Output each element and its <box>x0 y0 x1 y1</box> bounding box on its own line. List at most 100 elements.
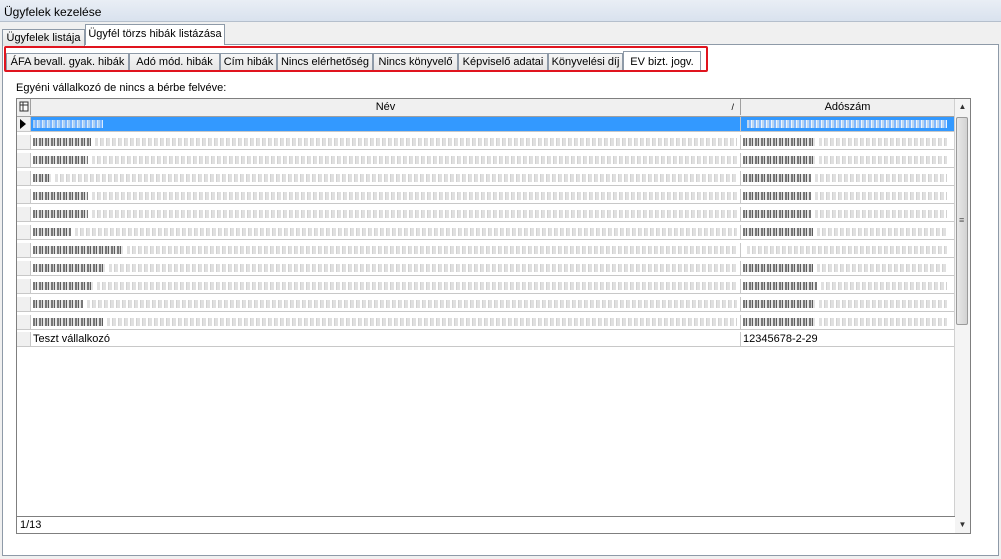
redacted-text <box>33 120 103 128</box>
table-row[interactable] <box>17 135 955 150</box>
redacted-text <box>743 264 813 272</box>
table-row[interactable] <box>17 225 955 240</box>
row-indicator <box>17 315 31 329</box>
table-row[interactable] <box>17 261 955 276</box>
scroll-thumb[interactable]: ≡ <box>956 117 968 325</box>
redacted-text <box>33 192 88 200</box>
grid-footer: 1/13 <box>17 516 955 533</box>
scroll-up-icon[interactable]: ▲ <box>955 99 970 115</box>
cell-adoszam <box>741 279 955 293</box>
section-label: Egyéni vállalkozó de nincs a bérbe felvé… <box>16 82 227 94</box>
subtab-cim-hibak[interactable]: Cím hibák <box>220 53 277 71</box>
cell-nev <box>31 279 741 293</box>
redacted-text <box>819 318 947 326</box>
redacted-text <box>97 282 737 290</box>
cell-adoszam <box>741 315 955 329</box>
grid-header: Név / Adószám <box>17 99 955 117</box>
column-header-adoszam[interactable]: Adószám <box>741 99 955 115</box>
table-row[interactable] <box>17 207 955 222</box>
cell-nev <box>31 207 741 221</box>
redacted-text <box>747 246 947 254</box>
cell-adoszam <box>741 153 955 167</box>
table-row[interactable] <box>17 243 955 258</box>
redacted-text <box>817 264 947 272</box>
redacted-text <box>33 228 71 236</box>
window-title-bar: Ügyfelek kezelése <box>0 0 1001 22</box>
cell-adoszam <box>741 189 955 203</box>
redacted-text <box>92 192 737 200</box>
cell-adoszam <box>741 135 955 149</box>
subtab-afa-bevall[interactable]: ÁFA bevall. gyak. hibák <box>6 53 129 71</box>
redacted-text <box>33 264 105 272</box>
row-indicator <box>17 117 31 131</box>
redacted-text <box>815 192 947 200</box>
subtab-nincs-konyvelo[interactable]: Nincs könyvelő <box>373 53 458 71</box>
redacted-text <box>33 300 83 308</box>
column-header-nev-label: Név <box>375 101 396 113</box>
redacted-text <box>75 228 737 236</box>
redacted-text <box>33 282 93 290</box>
subtab-kepviselo-adatai[interactable]: Képviselő adatai <box>458 53 548 71</box>
row-indicator <box>17 279 31 293</box>
row-indicator <box>17 153 31 167</box>
cell-nev <box>31 225 741 239</box>
table-row[interactable] <box>17 315 955 330</box>
table-row-teszt[interactable]: Teszt vállalkozó 12345678-2-29 <box>17 332 955 347</box>
redacted-text <box>743 138 815 146</box>
row-indicator <box>17 207 31 221</box>
vertical-scrollbar[interactable]: ▲ ≡ ▼ <box>954 99 970 533</box>
cell-adoszam <box>741 297 955 311</box>
grid-header-indicator[interactable] <box>17 99 31 115</box>
subtab-ev-bizt-jogv[interactable]: EV bizt. jogv. <box>623 51 701 72</box>
table-row[interactable] <box>17 279 955 294</box>
redacted-text <box>743 192 811 200</box>
redacted-text <box>819 138 947 146</box>
redacted-text <box>743 156 815 164</box>
subtab-konyvelesi-dij[interactable]: Könyvelési díj <box>548 53 623 71</box>
redacted-text <box>87 300 737 308</box>
cell-nev <box>31 117 741 131</box>
cell-nev <box>31 297 741 311</box>
current-row-pointer-icon <box>20 119 26 129</box>
redacted-text <box>743 300 815 308</box>
table-row[interactable] <box>17 189 955 204</box>
cell-nev <box>31 261 741 275</box>
redacted-text <box>743 210 811 218</box>
sort-indicator-icon: / <box>731 102 734 112</box>
cell-adoszam <box>741 117 955 131</box>
redacted-text <box>743 228 813 236</box>
cell-nev <box>31 135 741 149</box>
redacted-text <box>815 210 947 218</box>
cell-nev <box>31 153 741 167</box>
table-row[interactable] <box>17 117 955 132</box>
cell-nev <box>31 243 741 257</box>
redacted-text <box>33 174 51 182</box>
grid-options-icon <box>19 101 28 112</box>
redacted-text <box>33 138 91 146</box>
subtab-ado-mod[interactable]: Adó mód. hibák <box>129 53 220 71</box>
redacted-text <box>95 138 737 146</box>
cell-nev <box>31 171 741 185</box>
row-indicator <box>17 297 31 311</box>
redacted-text <box>92 210 737 218</box>
cell-adoszam <box>741 171 955 185</box>
scroll-down-icon[interactable]: ▼ <box>955 517 970 533</box>
redacted-text <box>747 120 947 128</box>
row-indicator <box>17 171 31 185</box>
tab-ugyfel-torzs-hibak[interactable]: Ügyfél törzs hibák listázása <box>85 24 225 45</box>
redacted-text <box>743 174 811 182</box>
redacted-text <box>743 282 817 290</box>
redacted-text <box>33 210 88 218</box>
row-indicator <box>17 189 31 203</box>
cell-adoszam: 12345678-2-29 <box>741 332 955 346</box>
table-row[interactable] <box>17 153 955 168</box>
table-row[interactable] <box>17 297 955 312</box>
redacted-text <box>33 246 123 254</box>
redacted-text <box>109 264 737 272</box>
subtab-nincs-elerhetoseg[interactable]: Nincs elérhetőség <box>277 53 373 71</box>
data-grid[interactable]: Név / Adószám Teszt vállalkozó 12345678-… <box>16 98 971 534</box>
cell-adoszam <box>741 243 955 257</box>
tab-ugyfelek-listaja[interactable]: Ügyfelek listája <box>2 29 85 46</box>
table-row[interactable] <box>17 171 955 186</box>
column-header-nev[interactable]: Név / <box>31 99 741 115</box>
